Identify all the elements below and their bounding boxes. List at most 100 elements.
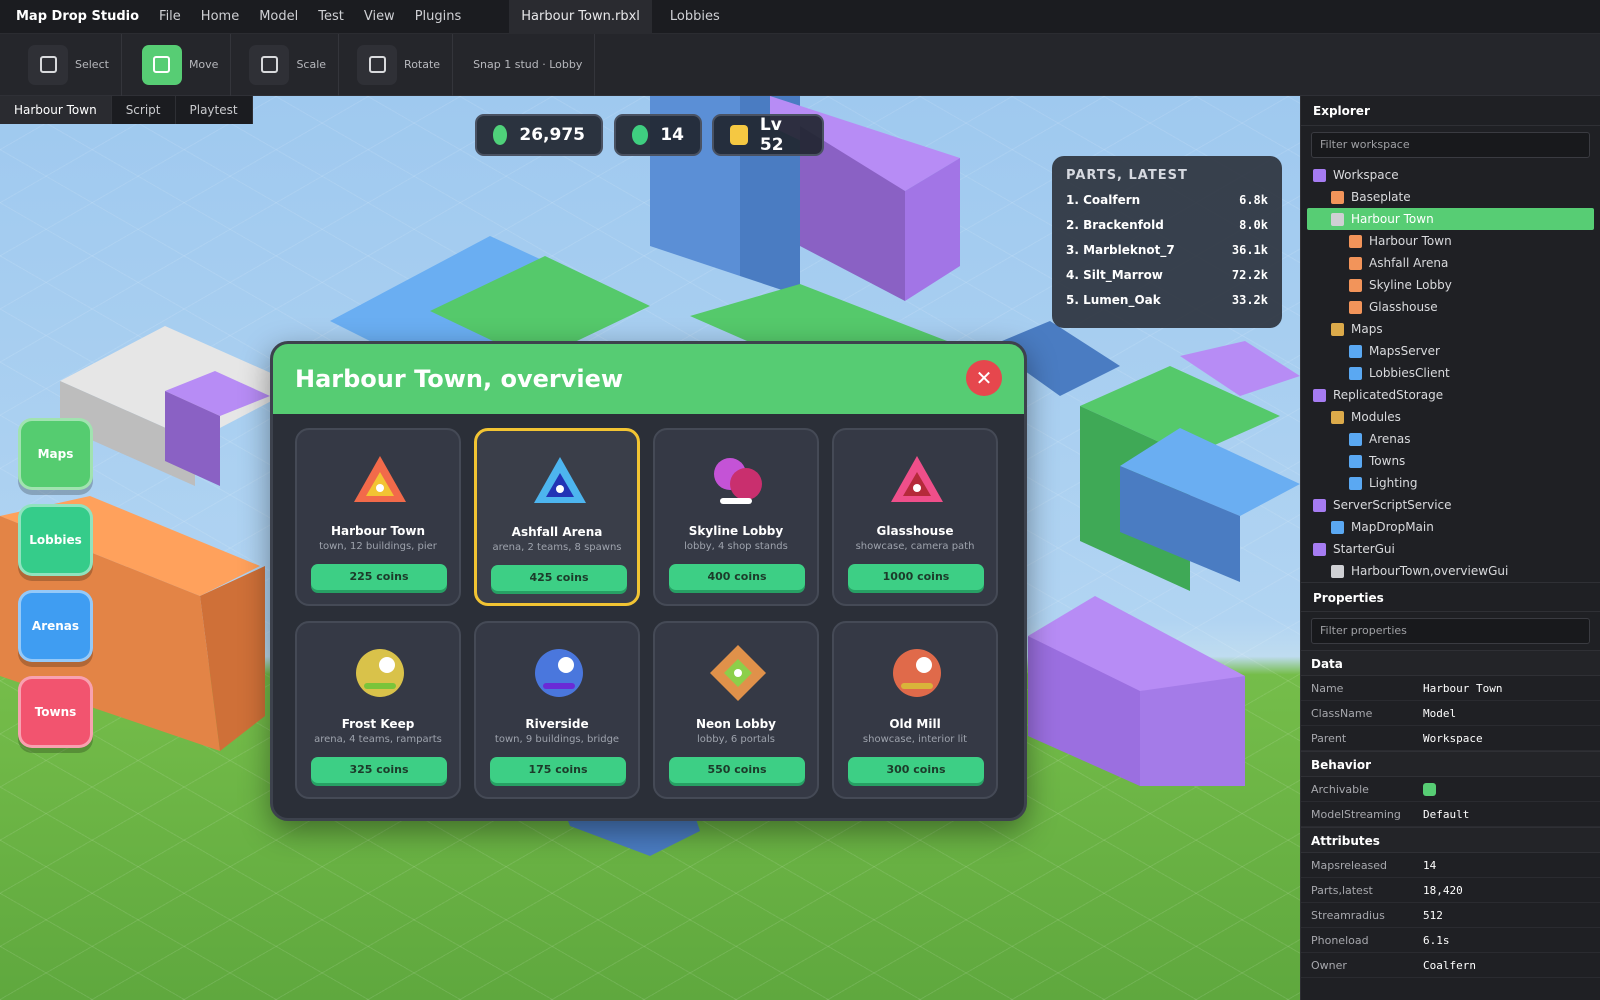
price-button[interactable]: 425 coins <box>491 565 627 591</box>
menu-view[interactable]: View <box>354 9 405 24</box>
instance-icon <box>1331 520 1344 534</box>
property-section[interactable]: Attributes <box>1301 827 1600 853</box>
map-card-frost-keep[interactable]: Frost Keep arena, 4 teams, ramparts 325 … <box>295 621 461 799</box>
map-card-riverside[interactable]: Riverside town, 9 buildings, bridge 175 … <box>474 621 640 799</box>
property-section[interactable]: Behavior <box>1301 751 1600 777</box>
map-card-harbour-town[interactable]: Harbour Town town, 12 buildings, pier 22… <box>295 428 461 606</box>
property-value[interactable]: 6.1s <box>1423 934 1450 947</box>
property-value[interactable]: Default <box>1423 808 1469 821</box>
property-row[interactable]: Streamradius 512 <box>1301 903 1600 928</box>
menu-plugins[interactable]: Plugins <box>405 9 472 24</box>
archivable-checkbox[interactable] <box>1423 782 1436 796</box>
property-value[interactable]: Model <box>1423 707 1456 720</box>
property-row[interactable]: Parts,latest 18,420 <box>1301 878 1600 903</box>
scale-tool[interactable]: Scale <box>231 33 340 96</box>
properties-filter-input[interactable]: Filter properties <box>1311 618 1590 644</box>
price-button[interactable]: 400 coins <box>669 564 805 590</box>
explorer-item[interactable]: Maps <box>1301 318 1600 340</box>
lobbies-tab[interactable]: Lobbies <box>652 9 738 24</box>
arenas-button[interactable]: Arenas <box>18 590 93 662</box>
map-card-skyline-lobby[interactable]: Skyline Lobby lobby, 4 shop stands 400 c… <box>653 428 819 606</box>
map-card-glasshouse[interactable]: Glasshouse showcase, camera path 1000 co… <box>832 428 998 606</box>
viewport-tab-harbour-town[interactable]: Harbour Town <box>0 96 112 124</box>
explorer-item[interactable]: HarbourTown,overviewGui <box>1301 560 1600 582</box>
snap-setting[interactable]: Snap 1 stud · Lobby <box>453 33 596 96</box>
explorer-item[interactable]: Arenas <box>1301 428 1600 450</box>
explorer-item[interactable]: Workspace <box>1301 164 1600 186</box>
towns-button[interactable]: Towns <box>18 676 93 748</box>
instance-icon <box>1331 564 1344 578</box>
price-button[interactable]: 225 coins <box>311 564 447 590</box>
menu-file[interactable]: File <box>149 9 191 24</box>
menu-test[interactable]: Test <box>308 9 354 24</box>
price-button[interactable]: 175 coins <box>490 757 626 783</box>
explorer-item[interactable]: Skyline Lobby <box>1301 274 1600 296</box>
property-row[interactable]: ModelStreaming Default <box>1301 802 1600 827</box>
property-value[interactable]: Workspace <box>1423 732 1483 745</box>
property-key: Archivable <box>1311 782 1369 796</box>
card-name: Frost Keep <box>341 717 415 731</box>
explorer-item[interactable]: Glasshouse <box>1301 296 1600 318</box>
rotate-tool[interactable]: Rotate <box>339 33 454 96</box>
viewport-tab-script[interactable]: Script <box>112 96 176 124</box>
explorer-item[interactable]: StarterGui <box>1301 538 1600 560</box>
property-row[interactable]: Phoneload 6.1s <box>1301 928 1600 953</box>
property-row[interactable]: Owner Coalfern <box>1301 953 1600 978</box>
property-value[interactable]: Coalfern <box>1423 959 1476 972</box>
explorer-item[interactable]: Harbour Town <box>1301 230 1600 252</box>
card-desc: lobby, 4 shop stands <box>684 541 788 552</box>
leaderboard-row: 4. Silt_Marrow 72.2k <box>1066 268 1268 293</box>
explorer-item-label: Maps <box>1351 322 1383 336</box>
explorer-item[interactable]: Lighting <box>1301 472 1600 494</box>
explorer-item-label: Arenas <box>1369 432 1411 446</box>
explorer-item[interactable]: Towns <box>1301 450 1600 472</box>
explorer-item[interactable]: Modules <box>1301 406 1600 428</box>
explorer-item-label: Modules <box>1351 410 1401 424</box>
menu-model[interactable]: Model <box>249 9 308 24</box>
property-key: Parts,latest <box>1311 883 1373 897</box>
move-tool[interactable]: Move <box>122 33 232 96</box>
price-button[interactable]: 300 coins <box>848 757 984 783</box>
lobbies-button[interactable]: Lobbies <box>18 504 93 576</box>
coins-value: 26,975 <box>519 125 585 145</box>
leaderboard-value: 36.1k <box>1231 243 1268 257</box>
property-value[interactable]: 512 <box>1423 909 1443 922</box>
explorer-item[interactable]: Ashfall Arena <box>1301 252 1600 274</box>
select-tool[interactable]: Select <box>0 33 122 96</box>
property-value[interactable]: 18,420 <box>1423 884 1463 897</box>
viewport-tab-playtest[interactable]: Playtest <box>176 96 253 124</box>
price-button[interactable]: 325 coins <box>311 757 447 783</box>
coin-icon <box>493 125 508 145</box>
map-card-ashfall-arena[interactable]: Ashfall Arena arena, 2 teams, 8 spawns 4… <box>474 428 640 606</box>
card-name: Skyline Lobby <box>688 524 784 538</box>
explorer-item-label: Workspace <box>1333 168 1399 182</box>
explorer-item[interactable]: ServerScriptService <box>1301 494 1600 516</box>
property-value[interactable]: Harbour Town <box>1423 682 1502 695</box>
property-row[interactable]: ClassName Model <box>1301 701 1600 726</box>
explorer-item[interactable]: Harbour Town <box>1307 208 1594 230</box>
property-row[interactable]: Parent Workspace <box>1301 726 1600 751</box>
explorer-item[interactable]: ReplicatedStorage <box>1301 384 1600 406</box>
menu-home[interactable]: Home <box>191 9 249 24</box>
explorer-item[interactable]: MapsServer <box>1301 340 1600 362</box>
price-button[interactable]: 550 coins <box>669 757 805 783</box>
maps-button[interactable]: Maps <box>18 418 93 490</box>
property-row[interactable]: Name Harbour Town <box>1301 676 1600 701</box>
document-tab[interactable]: Harbour Town.rbxl <box>509 0 652 34</box>
map-card-neon-lobby[interactable]: Neon Lobby lobby, 6 portals 550 coins <box>653 621 819 799</box>
price-button[interactable]: 1000 coins <box>848 564 984 590</box>
explorer-item-label: Baseplate <box>1351 190 1411 204</box>
close-icon[interactable]: ✕ <box>966 360 1002 396</box>
explorer-item[interactable]: LobbiesClient <box>1301 362 1600 384</box>
select-tool-label: Select <box>75 58 109 71</box>
property-row[interactable]: Mapsreleased 14 <box>1301 853 1600 878</box>
explorer-item[interactable]: MapDropMain <box>1301 516 1600 538</box>
card-name: Riverside <box>525 717 589 731</box>
property-value[interactable]: 14 <box>1423 859 1436 872</box>
map-card-old-mill[interactable]: Old Mill showcase, interior lit 300 coin… <box>832 621 998 799</box>
property-section[interactable]: Data <box>1301 650 1600 676</box>
property-row[interactable]: Archivable <box>1301 777 1600 802</box>
game-viewport[interactable]: Harbour Town Script Playtest 26,975 14 L… <box>0 96 1300 1000</box>
explorer-filter-input[interactable]: Filter workspace <box>1311 132 1590 158</box>
explorer-item[interactable]: Baseplate <box>1301 186 1600 208</box>
